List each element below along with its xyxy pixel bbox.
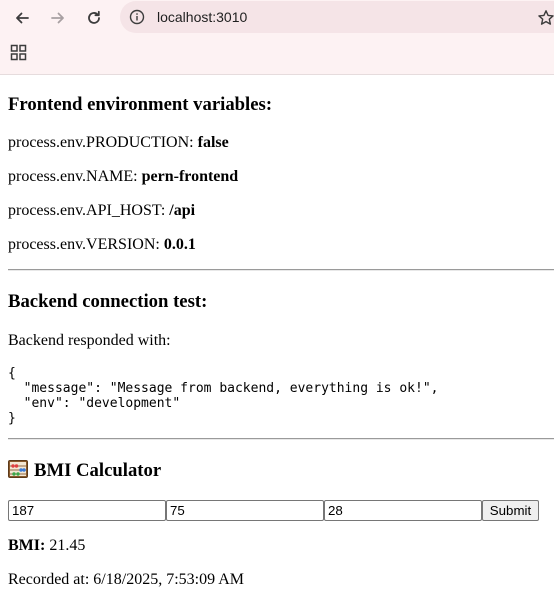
env-var-version: process.env.VERSION: 0.0.1	[8, 235, 196, 254]
bmi-heading: BMI Calculator	[8, 460, 161, 482]
back-button[interactable]	[10, 6, 34, 30]
bmi-result-value: 21.45	[49, 537, 86, 554]
bmi-form: Submit	[8, 500, 554, 522]
arrow-left-icon	[16, 12, 29, 24]
apps-grid-icon[interactable]	[10, 44, 28, 62]
address-bar[interactable]: localhost:3010	[120, 1, 554, 33]
bmi-result: BMI: 21.45	[8, 536, 85, 555]
age-input[interactable]	[324, 500, 482, 521]
env-var-value: pern-frontend	[141, 168, 239, 185]
backend-responded-label: Backend responded with:	[8, 332, 171, 349]
abacus-icon	[8, 460, 28, 478]
forward-button[interactable]	[46, 6, 70, 30]
weight-input[interactable]	[166, 500, 324, 521]
frontend-heading: Frontend environment variables:	[8, 94, 273, 115]
browser-toolbar: localhost:3010	[0, 0, 554, 75]
reload-icon	[88, 10, 100, 24]
section-divider	[8, 438, 554, 440]
env-var-production: process.env.PRODUCTION: false	[8, 133, 229, 152]
site-info-icon[interactable]	[129, 9, 145, 25]
env-var-api-host: process.env.API_HOST: /api	[8, 201, 195, 220]
reload-button[interactable]	[82, 6, 106, 30]
env-var-key: process.env.VERSION:	[8, 236, 160, 253]
backend-response-json: { "message": "Message from backend, ever…	[8, 366, 439, 426]
env-var-key: process.env.NAME:	[8, 168, 138, 185]
env-var-name: process.env.NAME: pern-frontend	[8, 167, 238, 186]
env-var-key: process.env.API_HOST:	[8, 202, 166, 219]
recorded-at-text: Recorded at: 6/18/2025, 7:53:09 AM	[8, 571, 244, 588]
env-var-value: /api	[169, 202, 196, 219]
bookmark-star-icon[interactable]	[537, 9, 554, 27]
env-var-value: 0.0.1	[163, 236, 196, 253]
backend-heading: Backend connection test:	[8, 291, 208, 312]
arrow-right-icon	[51, 12, 64, 24]
url-text[interactable]: localhost:3010	[157, 8, 247, 26]
bmi-heading-text: BMI Calculator	[34, 460, 162, 481]
submit-button[interactable]: Submit	[482, 500, 539, 521]
env-var-value: false	[197, 134, 229, 151]
section-divider	[8, 269, 554, 271]
env-var-key: process.env.PRODUCTION:	[8, 134, 194, 151]
bmi-result-label: BMI:	[8, 537, 46, 554]
height-input[interactable]	[8, 500, 166, 521]
